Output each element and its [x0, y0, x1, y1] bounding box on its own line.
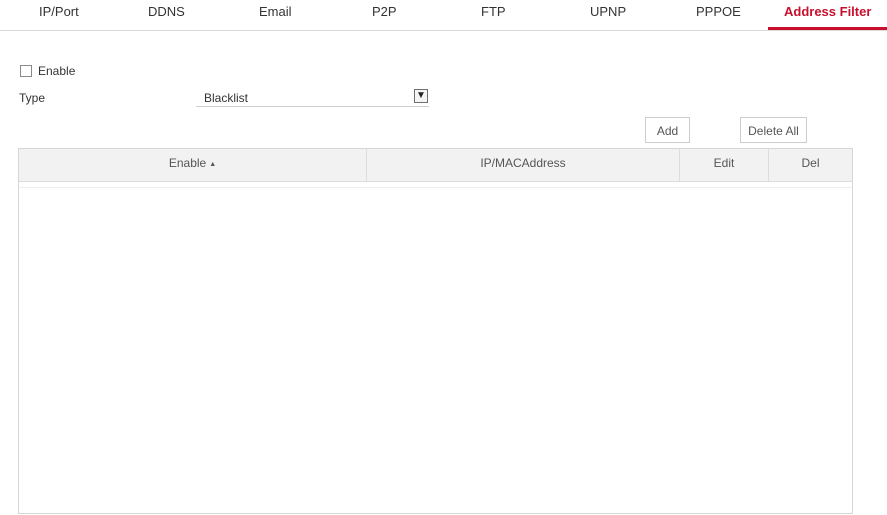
delete-all-button[interactable]: Delete All	[740, 117, 807, 143]
type-select[interactable]: Blacklist ▼	[196, 88, 429, 107]
column-header-edit: Edit	[680, 149, 769, 181]
address-filter-table: Enable ▲ IP/MACAddress Edit Del	[18, 148, 853, 514]
tab-pppoe[interactable]: PPPOE	[696, 4, 741, 19]
tab-bar: IP/Port DDNS Email P2P FTP UPNP PPPOE Ad…	[0, 0, 887, 31]
tab-ip-port[interactable]: IP/Port	[39, 4, 79, 19]
column-header-ip-mac: IP/MACAddress	[367, 149, 680, 181]
add-button[interactable]: Add	[645, 117, 690, 143]
table-header: Enable ▲ IP/MACAddress Edit Del	[19, 149, 852, 182]
table-body	[19, 188, 852, 513]
enable-checkbox[interactable]	[20, 65, 32, 77]
column-header-enable-label: Enable	[168, 156, 207, 170]
enable-label: Enable	[38, 64, 76, 78]
tab-ddns[interactable]: DDNS	[148, 4, 185, 19]
chevron-down-icon[interactable]: ▼	[414, 89, 428, 103]
tab-p2p[interactable]: P2P	[372, 4, 397, 19]
type-select-value: Blacklist	[204, 91, 249, 105]
type-label: Type	[19, 91, 46, 105]
column-header-del: Del	[801, 156, 820, 170]
sort-up-icon: ▲	[209, 161, 217, 168]
column-header-enable[interactable]: Enable ▲	[19, 149, 367, 181]
active-tab-indicator	[768, 27, 887, 30]
tab-email[interactable]: Email	[259, 4, 292, 19]
tab-ftp[interactable]: FTP	[481, 4, 506, 19]
tab-address-filter[interactable]: Address Filter	[784, 4, 871, 19]
tab-upnp[interactable]: UPNP	[590, 4, 626, 19]
